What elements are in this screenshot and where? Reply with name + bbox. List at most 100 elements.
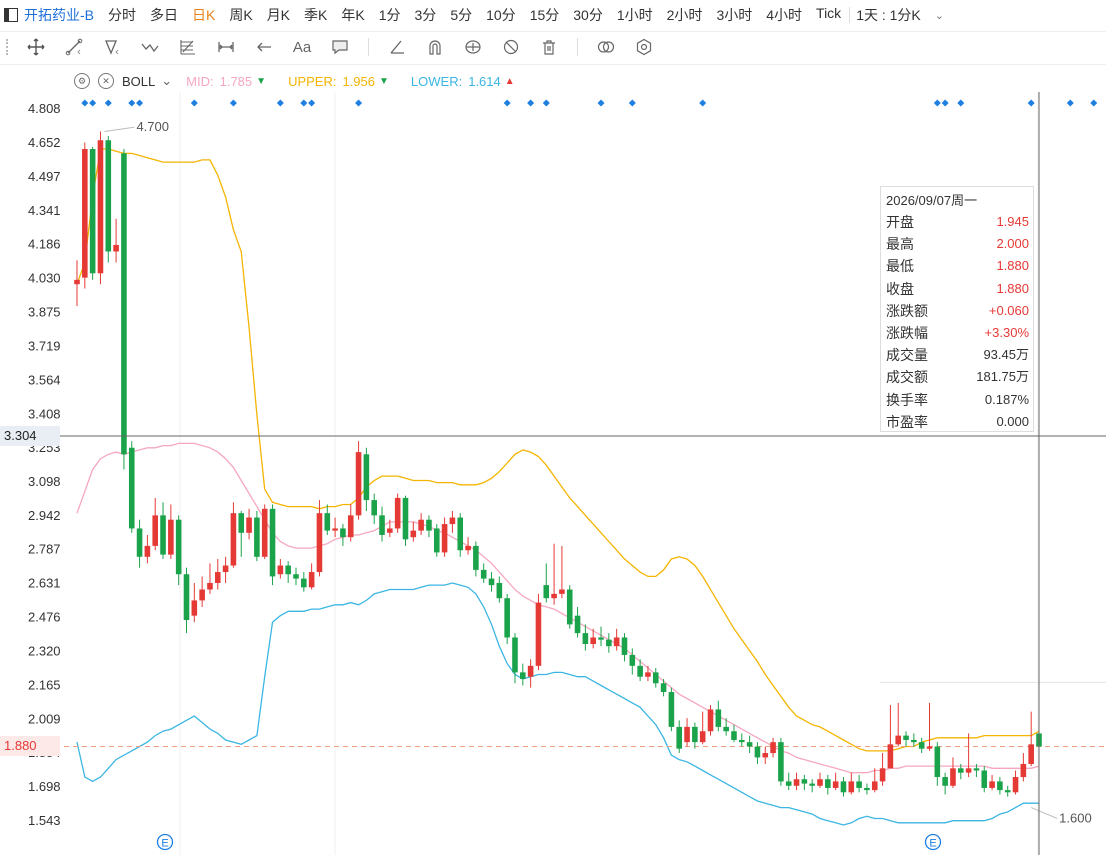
compare-icon[interactable] (596, 37, 616, 57)
line-tool-icon[interactable] (64, 37, 84, 57)
hide-icon[interactable] (501, 37, 521, 57)
candle-body (1028, 744, 1034, 764)
period-tab[interactable]: 4小时 (766, 5, 802, 25)
period-selector[interactable]: 1天 : 1分K (856, 5, 921, 25)
period-tab[interactable]: 季K (304, 5, 327, 25)
lock-icon[interactable] (463, 37, 483, 57)
toolbar-grip[interactable] (6, 39, 12, 55)
candle-body (793, 779, 800, 786)
event-marker-label: E (161, 838, 168, 850)
info-row: 涨跌额 +0.060 (881, 300, 1033, 322)
candle-body (527, 665, 534, 677)
signal-marker-icon (527, 99, 535, 107)
signal-marker-icon (957, 99, 965, 107)
info-row: 成交量 93.45万 (881, 344, 1033, 366)
candle-body (715, 709, 722, 727)
divider (0, 64, 1106, 65)
candle-body (809, 783, 815, 786)
arrow-tool-icon[interactable] (254, 37, 274, 57)
down-arrow-icon: ▼ (256, 75, 267, 87)
info-value: 0.187% (984, 391, 1029, 407)
comment-tool-icon[interactable] (330, 37, 350, 57)
candle-body (903, 735, 909, 740)
candle-body (731, 731, 737, 740)
period-tab[interactable]: 月K (267, 5, 290, 25)
period-tab[interactable]: 10分 (486, 5, 516, 25)
period-tab[interactable]: 分时 (108, 5, 136, 25)
y-tick-label: 4.186 (28, 237, 61, 252)
period-tab[interactable]: Tick (816, 5, 841, 25)
signal-marker-icon (1027, 99, 1035, 107)
info-label: 开盘 (886, 214, 914, 230)
text-tool-icon[interactable]: Aa (292, 37, 312, 57)
info-row: 最低 1.880 (881, 255, 1033, 277)
candle-body (371, 500, 377, 516)
settings-icon[interactable] (634, 37, 654, 57)
signal-marker-icon (300, 99, 308, 107)
indicator-legend: ⚙ ✕ BOLL ⌄ MID: 1.785 ▼ UPPER: 1.956 ▼ L… (74, 70, 537, 92)
candle-body (261, 508, 268, 557)
chevron-down-icon[interactable]: ⌄ (935, 9, 944, 22)
fib-tool-icon[interactable] (178, 37, 198, 57)
indicator-name[interactable]: BOLL (122, 74, 155, 89)
period-tab[interactable]: 3分 (415, 5, 437, 25)
wave-tool-icon[interactable] (140, 37, 160, 57)
angle-tool-icon[interactable] (387, 37, 407, 57)
info-label: 收盘 (886, 280, 914, 297)
candle-body (89, 148, 96, 274)
candle-body (394, 497, 401, 529)
crosshair-icon[interactable] (26, 37, 46, 57)
upper-label: UPPER: (288, 73, 337, 89)
candle-body (160, 515, 166, 555)
y-tick-label: 4.341 (28, 203, 61, 218)
candle-body (746, 742, 753, 747)
info-value: 2.000 (996, 236, 1029, 252)
divider (368, 38, 369, 56)
signal-marker-icon (89, 99, 97, 107)
candle-body (465, 545, 471, 551)
candle-body (637, 665, 643, 677)
period-tab[interactable]: 多日 (150, 5, 178, 25)
y-tick-label: 2.787 (28, 542, 61, 557)
candle-body (410, 530, 417, 538)
period-tab[interactable]: 周K (229, 5, 252, 25)
period-tab[interactable]: 2小时 (667, 5, 703, 25)
candle-body (191, 600, 198, 616)
signal-marker-icon (190, 99, 198, 107)
sidebar-toggle-icon[interactable] (4, 8, 18, 22)
candle-body (480, 569, 487, 579)
candle-body (926, 746, 933, 749)
candle-body (785, 781, 792, 786)
candle-body (316, 513, 323, 573)
period-tab[interactable]: 1分 (379, 5, 401, 25)
mid-value: 1.785 (219, 73, 253, 89)
signal-marker-icon (136, 99, 144, 107)
info-label: 最高 (886, 236, 914, 253)
period-tab[interactable]: 1小时 (617, 5, 653, 25)
chevron-down-icon[interactable]: ⌄ (161, 73, 172, 89)
period-tab[interactable]: 30分 (573, 5, 603, 25)
shape-tool-icon[interactable] (102, 37, 122, 57)
trash-icon[interactable] (539, 37, 559, 57)
candle-body (230, 513, 237, 566)
signal-marker-icon (276, 99, 284, 107)
indicator-close-icon[interactable]: ✕ (98, 73, 114, 89)
period-tab[interactable]: 年K (341, 5, 364, 25)
crosshair-price-label: 3.304 (0, 426, 60, 446)
candle-body (402, 497, 409, 540)
candle-body (606, 639, 612, 647)
period-tab[interactable]: 3小时 (716, 5, 752, 25)
stock-name[interactable]: 开拓药业-B (24, 5, 94, 25)
measure-tool-icon[interactable] (216, 37, 236, 57)
candle-body (668, 691, 675, 727)
indicator-settings-icon[interactable]: ⚙ (74, 73, 90, 89)
period-tab[interactable]: 日K (192, 5, 215, 25)
candle-body (848, 781, 855, 793)
magnet-icon[interactable] (425, 37, 445, 57)
candle-body (754, 746, 761, 758)
signal-marker-icon (81, 99, 89, 107)
period-tab[interactable]: 5分 (450, 5, 472, 25)
period-tab[interactable]: 15分 (530, 5, 560, 25)
candle-body (613, 637, 620, 647)
info-rows: 开盘 1.945 最高 2.000 最低 1.880 收盘 1.880 涨跌额 +0.060 涨跌幅… (881, 211, 1033, 433)
